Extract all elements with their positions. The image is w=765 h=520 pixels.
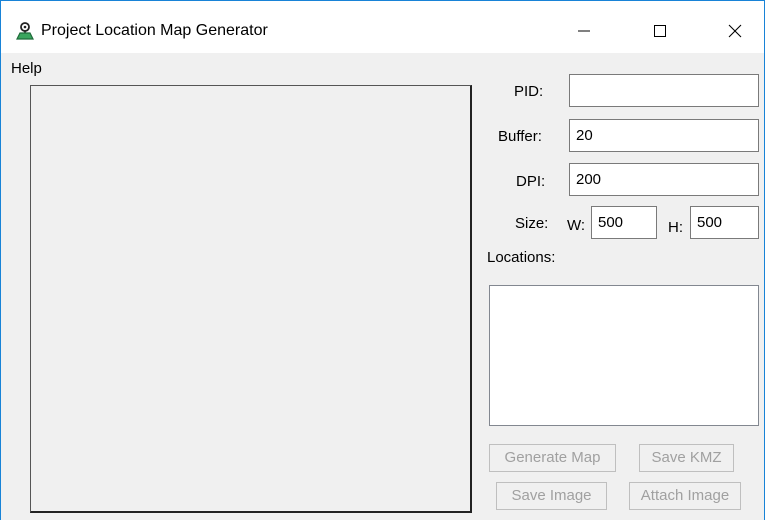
map-pin-person-icon (15, 21, 35, 41)
close-button[interactable] (712, 9, 758, 53)
locations-list[interactable] (489, 285, 759, 426)
buffer-input[interactable] (569, 119, 759, 152)
height-label: H: (668, 219, 683, 236)
window-title: Project Location Map Generator (41, 22, 268, 39)
buffer-label: Buffer: (498, 128, 542, 145)
dpi-input[interactable] (569, 163, 759, 196)
locations-label: Locations: (487, 249, 556, 266)
height-input[interactable] (690, 206, 759, 239)
menu-bar: Help (1, 55, 201, 81)
menu-help[interactable]: Help (11, 60, 42, 78)
title-bar[interactable]: Project Location Map Generator (1, 1, 764, 53)
width-input[interactable] (591, 206, 657, 239)
minimize-icon (578, 30, 590, 32)
map-preview-canvas (30, 85, 472, 513)
app-window: Project Location Map Generator Help PID:… (0, 0, 765, 520)
pid-input[interactable] (569, 74, 759, 107)
width-label: W: (567, 217, 586, 234)
generate-map-button[interactable]: Generate Map (489, 444, 616, 472)
maximize-button[interactable] (637, 9, 683, 53)
save-image-button[interactable]: Save Image (496, 482, 607, 510)
dpi-label: DPI: (516, 173, 546, 190)
save-kmz-button[interactable]: Save KMZ (639, 444, 734, 472)
maximize-icon (654, 25, 666, 37)
minimize-button[interactable] (561, 9, 607, 53)
size-label: Size: (515, 215, 549, 232)
attach-image-button[interactable]: Attach Image (629, 482, 741, 510)
pid-label: PID: (514, 83, 544, 100)
close-icon (728, 24, 742, 38)
